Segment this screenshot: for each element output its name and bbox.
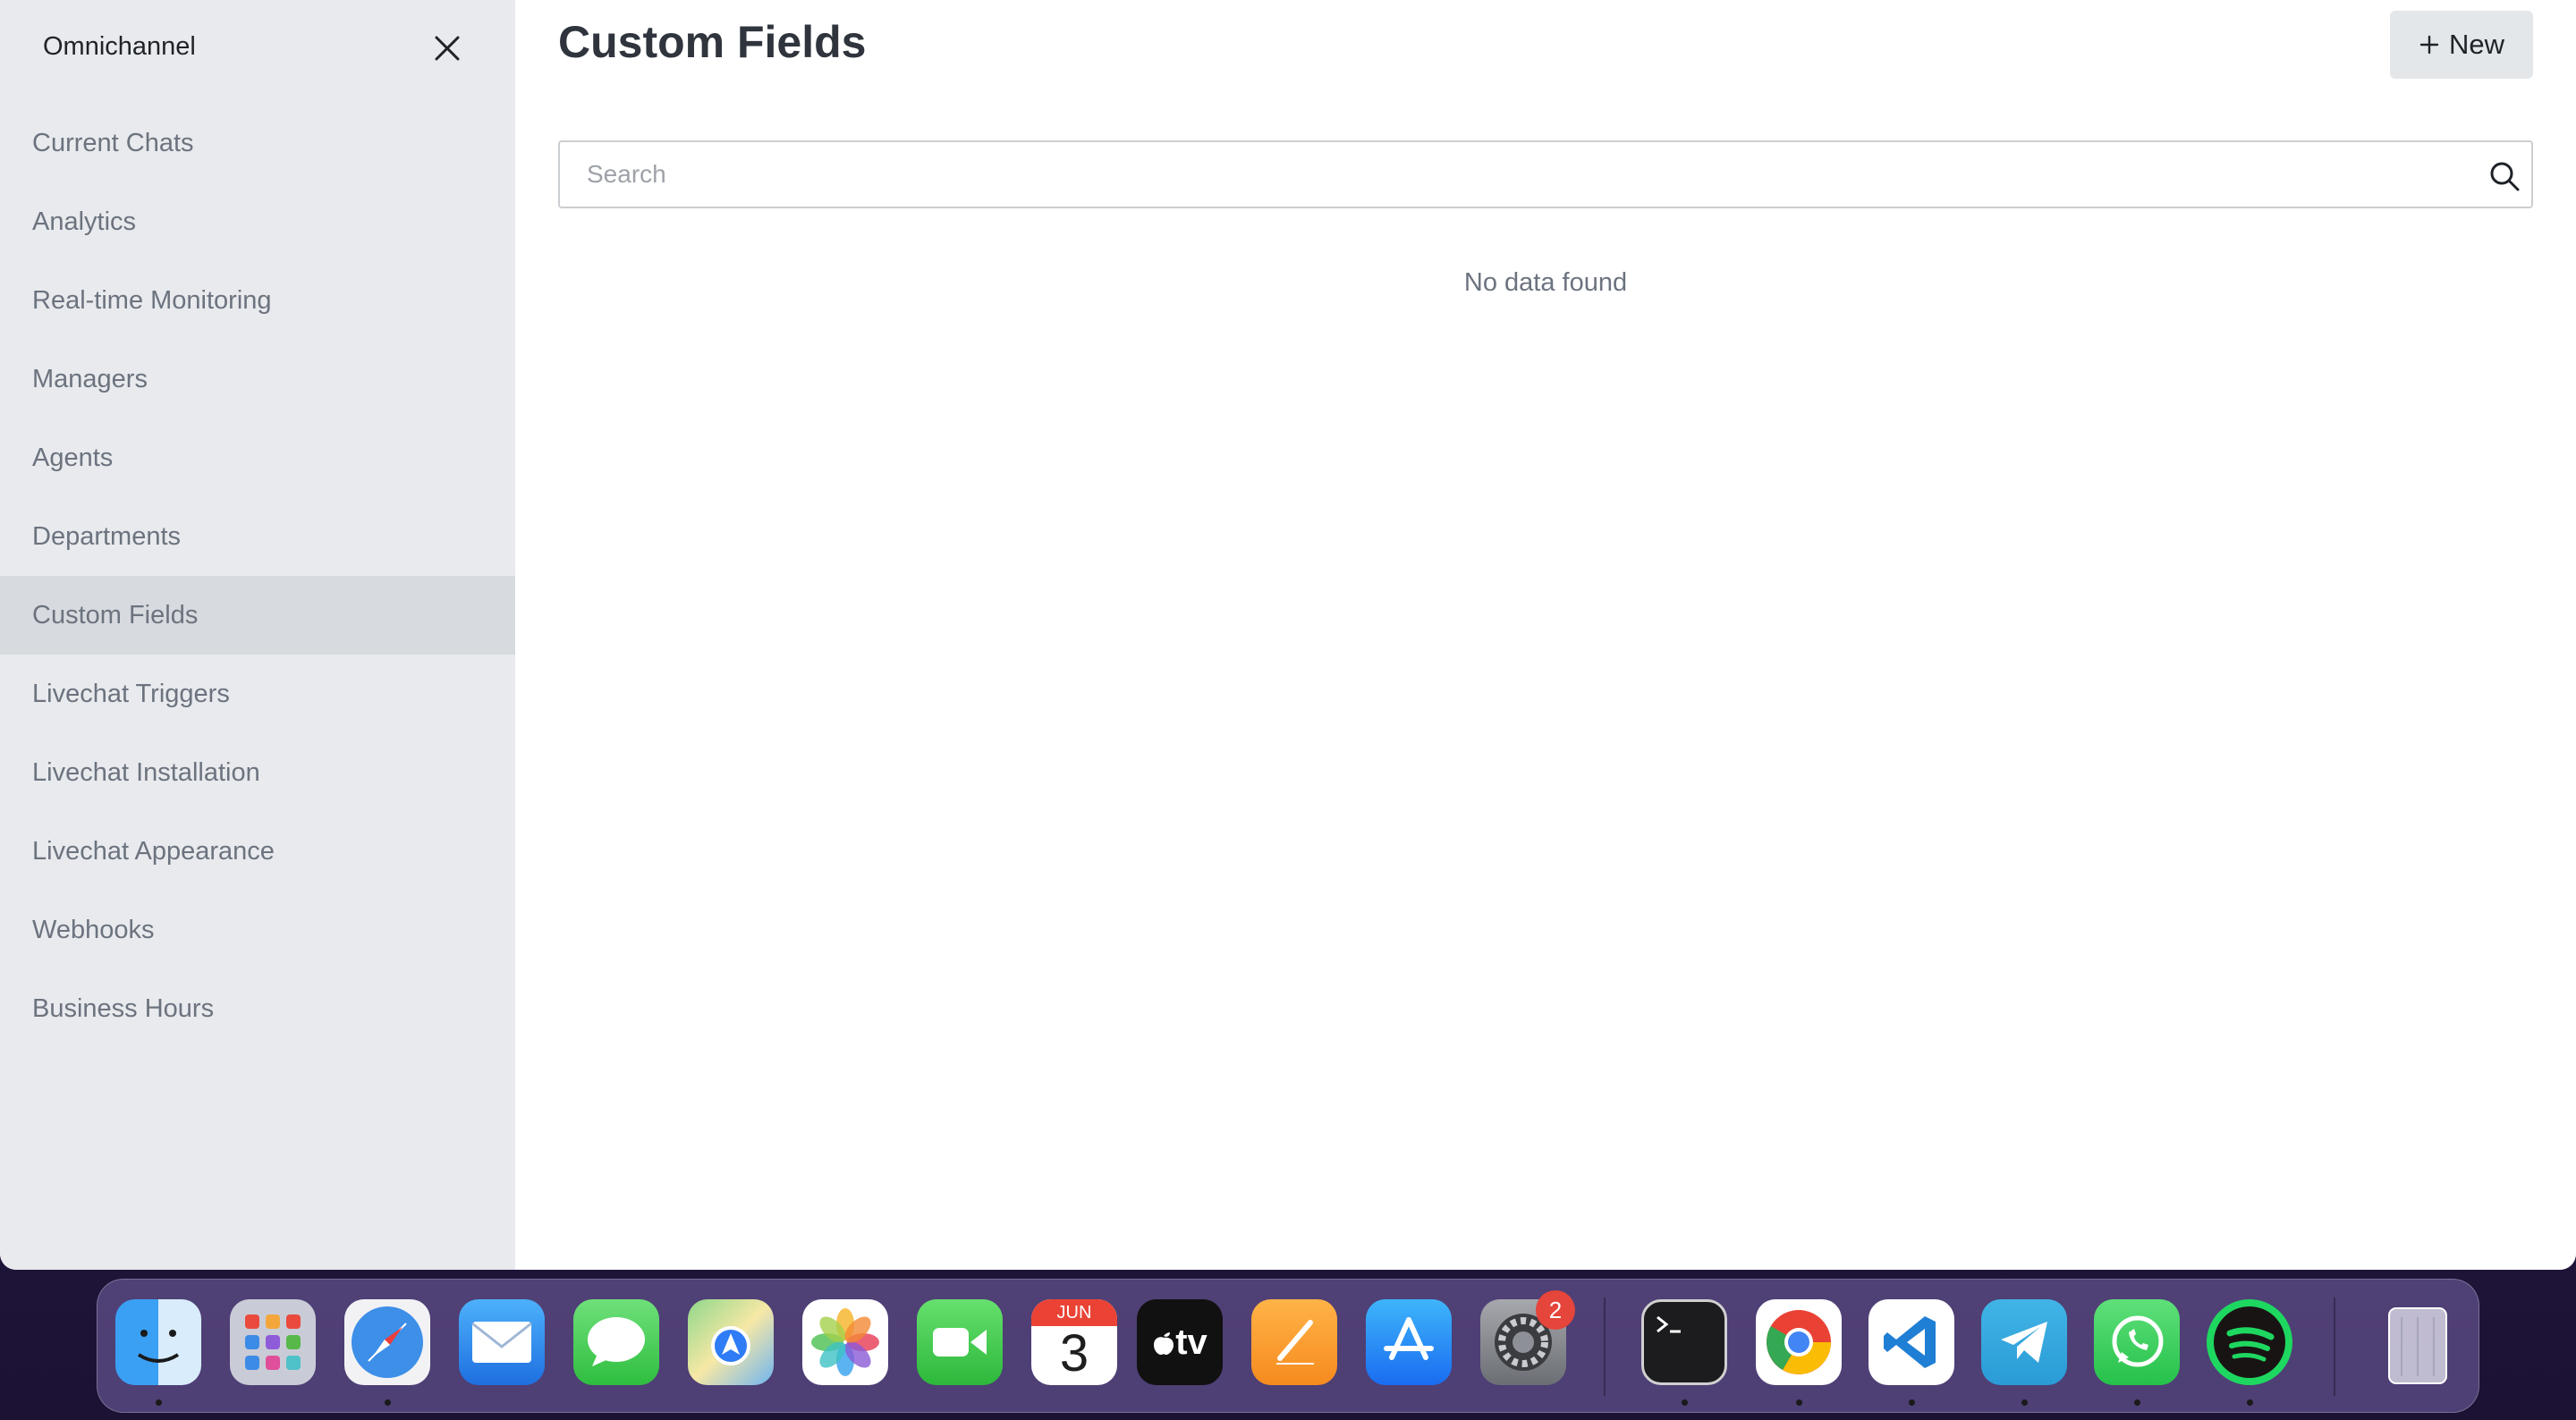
messages-icon[interactable] — [573, 1299, 659, 1385]
terminal-icon[interactable] — [1641, 1299, 1727, 1385]
photos-flower-icon — [811, 1308, 879, 1376]
sidebar-item-departments[interactable]: Departments — [0, 497, 515, 576]
sidebar-item-livechat-appearance[interactable]: Livechat Appearance — [0, 812, 515, 891]
safari-icon[interactable] — [344, 1299, 430, 1385]
sidebar-item-realtime-monitoring[interactable]: Real-time Monitoring — [0, 261, 515, 340]
telegram-running-dot — [2021, 1399, 2028, 1406]
chrome-icon[interactable] — [1756, 1299, 1842, 1385]
chrome-running-dot — [1796, 1399, 1802, 1406]
sidebar-header: Omnichannel — [0, 0, 515, 100]
settings-notification-badge: 2 — [1536, 1290, 1575, 1330]
sidebar-item-custom-fields[interactable]: Custom Fields — [0, 576, 515, 655]
apple-tv-label: tv — [1175, 1322, 1208, 1362]
spotify-icon[interactable] — [2207, 1299, 2292, 1385]
apple-logo-icon — [1154, 1332, 1174, 1355]
new-button[interactable]: New — [2390, 11, 2533, 79]
safari-running-dot — [385, 1399, 391, 1406]
telegram-icon[interactable] — [1981, 1299, 2067, 1385]
whatsapp-phone-icon — [2112, 1315, 2164, 1367]
search-icon[interactable] — [2488, 160, 2521, 192]
app-store-a-icon — [1384, 1317, 1434, 1360]
search-input[interactable] — [560, 142, 2456, 207]
whatsapp-running-dot — [2134, 1399, 2140, 1406]
desktop: Omnichannel Current Chats Analytics Real… — [0, 0, 2576, 1420]
terminal-prompt-icon — [1657, 1315, 1681, 1333]
photos-icon[interactable] — [802, 1299, 888, 1385]
sidebar-item-livechat-triggers[interactable]: Livechat Triggers — [0, 655, 515, 733]
finder-icon[interactable] — [115, 1299, 201, 1385]
calendar-month: JUN — [1031, 1299, 1117, 1326]
sidebar-item-agents[interactable]: Agents — [0, 418, 515, 497]
app-window: Omnichannel Current Chats Analytics Real… — [0, 0, 2576, 1270]
launchpad-icon[interactable] — [230, 1299, 316, 1385]
sidebar-item-current-chats[interactable]: Current Chats — [0, 104, 515, 182]
close-icon — [435, 36, 460, 61]
main-content: Custom Fields New No data found — [515, 0, 2576, 1270]
trash-icon[interactable] — [2375, 1299, 2461, 1385]
calendar-icon[interactable]: JUN 3 — [1031, 1299, 1117, 1385]
dock-separator — [1604, 1297, 1606, 1396]
search-box — [558, 140, 2533, 208]
empty-state-message: No data found — [1463, 268, 1628, 297]
dock-separator-trash — [2334, 1297, 2335, 1396]
safari-compass-icon — [352, 1306, 423, 1378]
mail-icon[interactable] — [459, 1299, 545, 1385]
messages-bubble-icon — [588, 1317, 645, 1366]
close-sidebar-button[interactable] — [428, 29, 467, 68]
vscode-icon[interactable] — [1868, 1299, 1954, 1385]
telegram-plane-icon — [2001, 1322, 2047, 1363]
facetime-camera-icon — [933, 1328, 987, 1357]
spotify-waves-icon — [2214, 1306, 2285, 1378]
dock: JUN 3 tv 2 — [97, 1279, 2479, 1413]
finder-running-dot — [156, 1399, 162, 1406]
whatsapp-icon[interactable] — [2094, 1299, 2180, 1385]
sidebar-item-analytics[interactable]: Analytics — [0, 182, 515, 261]
trash-can-icon — [2388, 1307, 2447, 1384]
pages-pen-icon — [1276, 1320, 1314, 1365]
page-title: Custom Fields — [558, 17, 867, 67]
maps-icon[interactable] — [688, 1299, 774, 1385]
calendar-day: 3 — [1059, 1324, 1089, 1382]
facetime-icon[interactable] — [917, 1299, 1003, 1385]
sidebar-item-webhooks[interactable]: Webhooks — [0, 891, 515, 969]
sidebar-item-managers[interactable]: Managers — [0, 340, 515, 418]
finder-face-icon — [137, 1330, 180, 1363]
plus-icon — [2419, 35, 2439, 55]
apple-tv-icon[interactable]: tv — [1137, 1299, 1223, 1385]
vscode-running-dot — [1909, 1399, 1915, 1406]
maps-pin-icon — [711, 1326, 750, 1365]
new-button-label: New — [2448, 29, 2504, 60]
app-store-icon[interactable] — [1366, 1299, 1452, 1385]
terminal-running-dot — [1682, 1399, 1688, 1406]
sidebar-item-livechat-installation[interactable]: Livechat Installation — [0, 733, 515, 812]
sidebar-nav: Current Chats Analytics Real-time Monito… — [0, 104, 515, 1048]
mail-envelope-icon — [471, 1322, 532, 1363]
launchpad-grid-icon — [245, 1314, 301, 1370]
sidebar: Omnichannel Current Chats Analytics Real… — [0, 0, 515, 1270]
vscode-logo-icon — [1884, 1316, 1936, 1368]
pages-icon[interactable] — [1251, 1299, 1337, 1385]
chrome-logo-icon — [1767, 1310, 1831, 1374]
spotify-running-dot — [2247, 1399, 2253, 1406]
sidebar-title: Omnichannel — [43, 32, 196, 61]
sidebar-item-business-hours[interactable]: Business Hours — [0, 969, 515, 1048]
